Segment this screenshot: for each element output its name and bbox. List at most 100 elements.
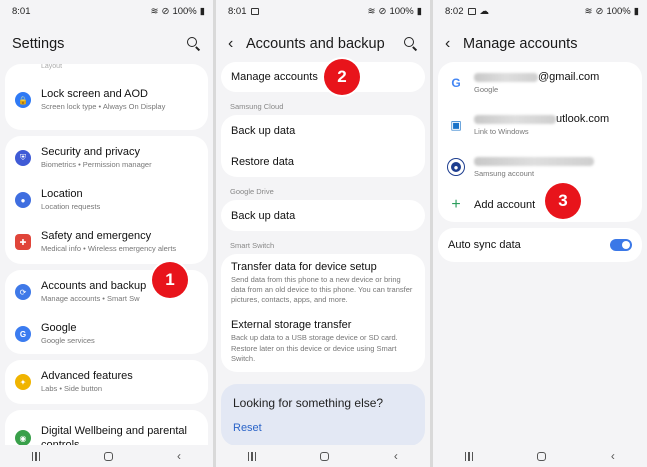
account-item-windows[interactable]: ▣ utlook.com Link to Windows	[438, 104, 642, 146]
location-pin-icon: ●	[15, 192, 31, 208]
recents-icon[interactable]	[32, 451, 40, 461]
nav-bar: ‹	[433, 445, 647, 467]
settings-group: Layout 🔒 Lock screen and AOD Screen lock …	[5, 64, 208, 130]
wellbeing-icon: ◉	[15, 430, 31, 446]
restore-data-button[interactable]: Restore data	[221, 146, 425, 177]
sync-icon: ⟳	[15, 284, 31, 300]
home-icon[interactable]	[537, 451, 547, 461]
battery-icon: ▮	[416, 5, 422, 17]
status-time: 8:01	[12, 5, 31, 17]
google-icon: G	[448, 75, 464, 91]
app-header: Settings	[0, 22, 213, 66]
item-subtitle: Medical info • Wireless emergency alerts	[41, 243, 177, 253]
transfer-data-button[interactable]: Transfer data for device setup Send data …	[221, 254, 425, 312]
status-time: 8:01	[228, 5, 247, 17]
manage-accounts-screen: 8:02 ☁ ≋ ⊘ 100% ▮ ‹ Manage accounts G @gmail…	[433, 0, 647, 467]
item-subtitle: Biometrics • Permission manager	[41, 159, 152, 169]
page-title: Manage accounts	[463, 36, 578, 52]
auto-sync-toggle[interactable]	[610, 239, 632, 251]
settings-item-lock-screen[interactable]: 🔒 Lock screen and AOD Screen lock type • …	[5, 74, 208, 126]
app-header: ‹ Accounts and backup	[216, 22, 430, 66]
item-title: Transfer data for device setup	[231, 261, 377, 273]
back-arrow-icon[interactable]: ‹	[228, 35, 246, 53]
item-title: Auto sync data	[448, 239, 521, 251]
settings-item-security[interactable]: ⛨ Security and privacy Biometrics • Permi…	[5, 136, 208, 180]
sync-card: Auto sync data	[438, 228, 642, 262]
suggestion-card: Looking for something else? Reset	[221, 383, 425, 446]
back-arrow-icon[interactable]: ‹	[445, 35, 463, 53]
shield-icon: ⛨	[15, 150, 31, 166]
google-icon: G	[15, 326, 31, 342]
status-time: 8:02	[445, 5, 464, 17]
nav-bar: ‹	[216, 445, 430, 467]
suggestion-question: Looking for something else?	[233, 395, 384, 410]
app-header: ‹ Manage accounts	[433, 22, 647, 66]
cloud-icon: ☁	[479, 5, 490, 17]
page-title: Accounts and backup	[246, 36, 385, 52]
reset-link[interactable]: Reset	[233, 422, 413, 434]
star-icon: ✦	[15, 374, 31, 390]
item-title: Safety and emergency	[41, 229, 152, 242]
page-title: Settings	[12, 36, 65, 52]
redacted-text	[474, 114, 556, 124]
smart-switch-card: Transfer data for device setup Send data …	[221, 254, 425, 372]
settings-item-google[interactable]: G Google Google services	[5, 314, 208, 354]
search-icon[interactable]	[404, 37, 418, 51]
settings-item-safety[interactable]: ✚ Safety and emergency Medical info • Wir…	[5, 220, 208, 264]
section-google-drive: Google Drive	[230, 187, 274, 196]
status-bar: 8:02 ☁ ≋ ⊘ 100% ▮	[433, 0, 647, 22]
wifi-icon: ≋	[584, 5, 593, 17]
back-icon[interactable]: ‹	[177, 449, 181, 463]
battery-level: 100%	[172, 5, 197, 17]
recents-icon[interactable]	[248, 451, 257, 461]
account-type: Samsung account	[474, 168, 535, 178]
nav-bar: ‹	[0, 445, 213, 467]
account-item-google[interactable]: G @gmail.com Google	[438, 62, 642, 104]
account-type: Google	[474, 84, 499, 94]
status-bar: 8:01 ≋ ⊘ 100% ▮	[0, 0, 213, 22]
plus-icon: +	[451, 196, 461, 213]
auto-sync-row[interactable]: Auto sync data	[438, 228, 642, 262]
partial-subtitle: Layout	[41, 64, 63, 70]
external-storage-button[interactable]: External storage transfer Back up data to…	[221, 312, 425, 371]
section-smart-switch: Smart Switch	[230, 241, 275, 250]
item-title: Lock screen and AOD	[41, 87, 149, 100]
settings-screen: 8:01 ≋ ⊘ 100% ▮ Settings Layout 🔒 Lock scre…	[0, 0, 213, 467]
item-subtitle: Google services	[41, 335, 95, 345]
back-icon[interactable]: ‹	[394, 449, 398, 463]
step-badge: 2	[324, 59, 360, 95]
item-subtitle: Labs • Side button	[41, 383, 103, 393]
accounts-card: G @gmail.com Google ▣ utlook.com Link to…	[438, 62, 642, 222]
account-email: @gmail.com	[538, 70, 600, 83]
drive-backup-button[interactable]: Back up data	[221, 200, 425, 231]
recents-icon[interactable]	[465, 451, 474, 461]
account-item-samsung[interactable]: ● Samsung account	[438, 146, 642, 188]
add-account-button[interactable]: + Add account	[438, 188, 642, 222]
item-subtitle: Send data from this phone to a new devic…	[231, 275, 413, 305]
home-icon[interactable]	[320, 451, 330, 461]
link-to-windows-icon: ▣	[448, 117, 464, 133]
back-icon[interactable]: ‹	[611, 449, 615, 463]
redacted-text	[474, 72, 538, 82]
battery-icon: ▮	[633, 5, 639, 17]
dnd-icon: ⊘	[161, 5, 170, 17]
home-icon[interactable]	[104, 451, 113, 461]
search-icon[interactable]	[187, 37, 201, 51]
item-title: External storage transfer	[231, 319, 352, 332]
gallery-icon	[250, 7, 259, 15]
item-title: Google	[41, 321, 77, 334]
item-title: Back up data	[231, 124, 296, 137]
item-title: Manage accounts	[231, 71, 318, 83]
samsung-cloud-card: Back up data Restore data	[221, 115, 425, 177]
settings-item-advanced[interactable]: ✦ Advanced features Labs • Side button	[5, 360, 208, 404]
item-subtitle: Back up data to a USB storage device or …	[231, 333, 398, 363]
battery-level: 100%	[389, 5, 414, 17]
item-subtitle: Screen lock type • Always On Display	[41, 101, 166, 111]
manage-accounts-button[interactable]: Manage accounts	[221, 62, 425, 92]
wifi-icon: ≋	[367, 5, 376, 17]
item-title: Advanced features	[41, 369, 133, 382]
manage-accounts-card: Manage accounts	[221, 62, 425, 92]
backup-data-button[interactable]: Back up data	[221, 115, 425, 146]
settings-item-location[interactable]: ● Location Location requests	[5, 180, 208, 220]
settings-group: ✦ Advanced features Labs • Side button	[5, 360, 208, 404]
